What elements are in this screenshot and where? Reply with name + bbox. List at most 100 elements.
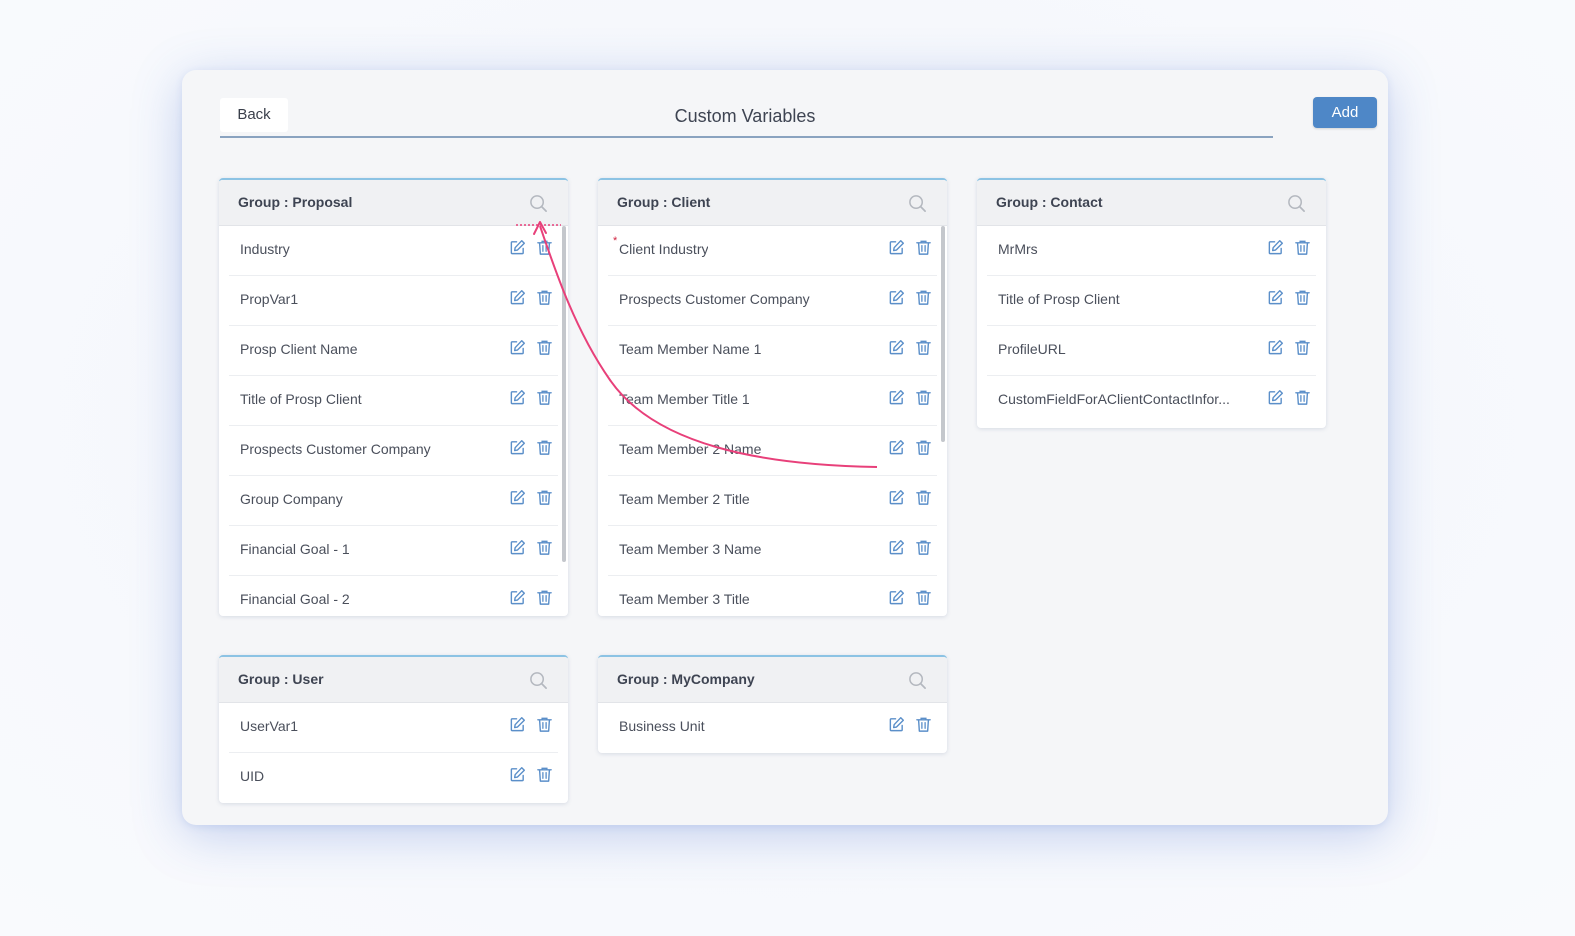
variable-list[interactable]: * Client Industry Prospects Customer Compa… — [598, 226, 947, 615]
variable-name: Prospects Customer Company — [240, 441, 431, 457]
variable-name: MrMrs — [998, 241, 1038, 257]
variable-row[interactable]: Team Member 2 Name — [608, 426, 937, 476]
variable-row[interactable]: Business Unit — [608, 703, 937, 752]
scrollbar[interactable] — [941, 226, 945, 442]
trash-icon[interactable] — [915, 339, 932, 356]
trash-icon[interactable] — [536, 539, 553, 556]
trash-icon[interactable] — [915, 439, 932, 456]
variable-row[interactable]: UserVar1 — [229, 703, 558, 753]
variable-row[interactable]: ProfileURL — [987, 326, 1316, 376]
edit-icon[interactable] — [509, 539, 526, 556]
group-title: Group : User — [238, 671, 324, 687]
variable-row[interactable]: Financial Goal - 2 — [229, 576, 558, 615]
variable-name: Client Industry — [619, 241, 709, 257]
group-card-mycompany: Group : MyCompany Business Unit — [598, 655, 947, 753]
edit-icon[interactable] — [888, 589, 905, 606]
edit-icon[interactable] — [888, 539, 905, 556]
title-divider — [220, 136, 1273, 138]
edit-icon[interactable] — [1267, 389, 1284, 406]
edit-icon[interactable] — [888, 489, 905, 506]
edit-icon[interactable] — [509, 589, 526, 606]
edit-icon[interactable] — [509, 389, 526, 406]
variable-row[interactable]: Prosp Client Name — [229, 326, 558, 376]
trash-icon[interactable] — [1294, 339, 1311, 356]
edit-icon[interactable] — [509, 766, 526, 783]
edit-icon[interactable] — [509, 239, 526, 256]
variable-row[interactable]: Team Member 3 Title — [608, 576, 937, 615]
variable-name: UserVar1 — [240, 718, 299, 734]
trash-icon[interactable] — [536, 716, 553, 733]
variable-row[interactable]: MrMrs — [987, 226, 1316, 276]
variable-row[interactable]: Team Member 3 Name — [608, 526, 937, 576]
trash-icon[interactable] — [536, 289, 553, 306]
edit-icon[interactable] — [888, 716, 905, 733]
edit-icon[interactable] — [509, 439, 526, 456]
add-button[interactable]: Add — [1313, 97, 1377, 128]
scrollbar[interactable] — [562, 226, 566, 562]
variable-row[interactable]: Title of Prosp Client — [229, 376, 558, 426]
variable-row[interactable]: * Client Industry — [608, 226, 937, 276]
trash-icon[interactable] — [536, 489, 553, 506]
trash-icon[interactable] — [915, 239, 932, 256]
variable-row[interactable]: Title of Prosp Client — [987, 276, 1316, 326]
search-icon[interactable] — [529, 671, 548, 690]
search-icon[interactable] — [1287, 194, 1306, 213]
trash-icon[interactable] — [915, 489, 932, 506]
variable-row[interactable]: CustomFieldForAClientContactInfor... — [987, 376, 1316, 425]
trash-icon[interactable] — [915, 716, 932, 733]
variable-name: Financial Goal - 2 — [240, 591, 350, 607]
trash-icon[interactable] — [915, 389, 932, 406]
group-card-proposal: Group : Proposal Industry PropVar1 Prosp C… — [219, 178, 568, 616]
variable-list[interactable]: Business Unit — [598, 703, 947, 752]
group-title: Group : Proposal — [238, 194, 353, 210]
variable-row[interactable]: Team Member 2 Title — [608, 476, 937, 526]
edit-icon[interactable] — [509, 716, 526, 733]
group-title: Group : Contact — [996, 194, 1103, 210]
group-header: Group : Client — [598, 180, 947, 226]
variable-row[interactable]: Team Member Name 1 — [608, 326, 937, 376]
group-card-client: Group : Client * Client Industry Prospects… — [598, 178, 947, 616]
trash-icon[interactable] — [536, 439, 553, 456]
variable-row[interactable]: PropVar1 — [229, 276, 558, 326]
variable-list[interactable]: UserVar1 UID — [219, 703, 568, 802]
trash-icon[interactable] — [536, 339, 553, 356]
edit-icon[interactable] — [888, 389, 905, 406]
trash-icon[interactable] — [915, 539, 932, 556]
variable-row[interactable]: Industry — [229, 226, 558, 276]
edit-icon[interactable] — [888, 439, 905, 456]
trash-icon[interactable] — [536, 239, 553, 256]
edit-icon[interactable] — [509, 489, 526, 506]
edit-icon[interactable] — [888, 239, 905, 256]
search-icon[interactable] — [908, 671, 927, 690]
trash-icon[interactable] — [915, 589, 932, 606]
trash-icon[interactable] — [536, 389, 553, 406]
variable-row[interactable]: UID — [229, 753, 558, 802]
edit-icon[interactable] — [1267, 339, 1284, 356]
trash-icon[interactable] — [536, 766, 553, 783]
edit-icon[interactable] — [888, 289, 905, 306]
variable-row[interactable]: Prospects Customer Company — [608, 276, 937, 326]
edit-icon[interactable] — [509, 289, 526, 306]
variable-row[interactable]: Financial Goal - 1 — [229, 526, 558, 576]
search-icon[interactable] — [908, 194, 927, 213]
variable-name: Prosp Client Name — [240, 341, 358, 357]
trash-icon[interactable] — [1294, 389, 1311, 406]
trash-icon[interactable] — [1294, 289, 1311, 306]
variable-row[interactable]: Group Company — [229, 476, 558, 526]
page-background: Back Custom Variables Add Group : Propos… — [0, 0, 1575, 936]
variable-name: CustomFieldForAClientContactInfor... — [998, 391, 1230, 407]
search-icon[interactable] — [529, 194, 548, 213]
variable-row[interactable]: Team Member Title 1 — [608, 376, 937, 426]
trash-icon[interactable] — [1294, 239, 1311, 256]
edit-icon[interactable] — [888, 339, 905, 356]
variable-name: Prospects Customer Company — [619, 291, 810, 307]
trash-icon[interactable] — [536, 589, 553, 606]
edit-icon[interactable] — [1267, 239, 1284, 256]
variable-list[interactable]: Industry PropVar1 Prosp Client Name Title o… — [219, 226, 568, 615]
edit-icon[interactable] — [1267, 289, 1284, 306]
variable-row[interactable]: Prospects Customer Company — [229, 426, 558, 476]
trash-icon[interactable] — [915, 289, 932, 306]
edit-icon[interactable] — [509, 339, 526, 356]
variable-list[interactable]: MrMrs Title of Prosp Client ProfileURL Cust… — [977, 226, 1326, 427]
group-card-contact: Group : Contact MrMrs Title of Prosp Clie… — [977, 178, 1326, 428]
